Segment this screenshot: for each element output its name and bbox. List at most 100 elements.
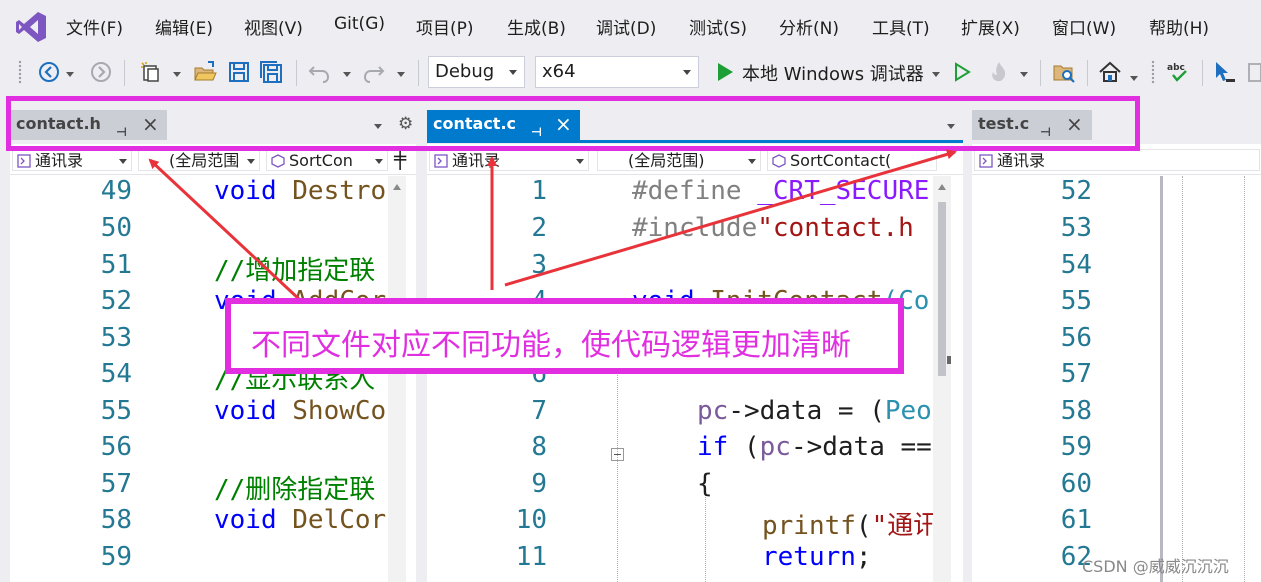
hot-reload-icon[interactable]	[987, 60, 1011, 84]
menu-build[interactable]: 生成(B)	[507, 14, 566, 39]
code-line: return;	[762, 542, 872, 572]
editor-pane-test-c: test.c ⊣ × 通讯录 52 53 54 55 56 57 58 59 6…	[972, 94, 1261, 582]
annotation-callout: 不同文件对应不同功能，使代码逻辑更加清晰	[225, 298, 904, 374]
toolbar-separator	[1087, 60, 1088, 86]
operator: (	[743, 432, 760, 462]
project-nav-select[interactable]: 通讯录	[429, 149, 589, 171]
code-editor[interactable]: 49 50 51 52 53 54 55 56 57 58 59 void De…	[10, 176, 416, 582]
debug-target-label[interactable]: 本地 Windows 调试器	[742, 60, 924, 86]
chevron-down-icon	[375, 159, 383, 164]
clipboard-icon[interactable]	[1246, 60, 1261, 84]
project-icon	[17, 154, 31, 168]
project-icon	[979, 154, 993, 168]
code-editor[interactable]: 1 2 3 4 5 6 7 8 9 10 11 #define _CRT_SEC…	[427, 176, 963, 582]
menu-window[interactable]: 窗口(W)	[1052, 14, 1116, 39]
standard-toolbar: Debug x64 abc	[0, 50, 1261, 94]
scrollbar-thumb[interactable]	[938, 202, 946, 376]
menu-help[interactable]: 帮助(H)	[1149, 14, 1209, 39]
line-number: 52	[1060, 176, 1092, 206]
svg-text:abc: abc	[1167, 63, 1185, 73]
new-project-dropdown[interactable]	[173, 72, 181, 77]
navigate-back-dropdown[interactable]	[66, 72, 74, 77]
undo-icon[interactable]	[307, 60, 331, 84]
keyword: if	[697, 432, 744, 462]
project-icon	[434, 154, 448, 168]
navigate-forward-icon[interactable]	[89, 60, 113, 84]
scroll-up-icon[interactable]	[393, 184, 401, 190]
vertical-scrollbar[interactable]	[933, 176, 951, 582]
save-all-icon[interactable]	[259, 60, 283, 84]
line-number: 10	[515, 505, 547, 535]
save-icon[interactable]	[227, 60, 251, 84]
undo-dropdown[interactable]	[343, 72, 351, 77]
line-number: 52	[100, 286, 132, 316]
redo-icon[interactable]	[362, 60, 386, 84]
menu-git[interactable]: Git(G)	[334, 14, 385, 34]
scope-nav-value: (全局范围)	[628, 151, 705, 170]
callout-text: 不同文件对应不同功能，使代码逻辑更加清晰	[251, 328, 851, 363]
keyword: return	[762, 542, 856, 572]
toolbar-grip[interactable]	[1151, 60, 1155, 84]
code-line: #define _CRT_SECURE	[632, 176, 929, 206]
hot-reload-dropdown[interactable]	[1020, 72, 1028, 77]
start-debugging-icon[interactable]	[713, 60, 737, 84]
line-number: 53	[1060, 213, 1092, 243]
code-editor[interactable]: 52 53 54 55 56 57 58 59 60 61 62	[972, 176, 1261, 582]
menu-debug[interactable]: 调试(D)	[596, 14, 656, 39]
solution-platform-value: x64	[542, 61, 576, 82]
navigation-bar: 通讯录 (全局范围 SortCon ╪	[10, 146, 416, 175]
home-icon[interactable]	[1098, 60, 1122, 84]
project-nav-select[interactable]: 通讯录	[974, 149, 1260, 171]
menu-view[interactable]: 视图(V)	[244, 14, 303, 39]
scroll-up-icon[interactable]	[938, 184, 946, 190]
find-in-files-icon[interactable]	[1052, 60, 1076, 84]
spell-check-icon[interactable]: abc	[1166, 60, 1190, 84]
line-number: 3	[531, 250, 547, 280]
code-comment: //删除指定联	[214, 475, 376, 505]
project-nav-value: 通讯录	[997, 151, 1046, 170]
operator: ;	[855, 542, 872, 572]
project-nav-select[interactable]: 通讯录	[12, 149, 132, 171]
scope-nav-select[interactable]: (全局范围	[138, 149, 260, 171]
navigate-back-icon[interactable]	[37, 60, 61, 84]
start-without-debugging-icon[interactable]	[950, 60, 974, 84]
indent-guide	[1244, 176, 1245, 582]
toolbar-separator	[418, 60, 419, 86]
project-nav-value: 通讯录	[35, 151, 84, 170]
line-number: 56	[100, 432, 132, 462]
vertical-scrollbar[interactable]	[388, 176, 406, 582]
new-project-icon[interactable]	[139, 60, 163, 84]
visual-studio-logo-icon[interactable]	[14, 10, 48, 44]
member-nav-select[interactable]: SortContact(	[767, 149, 937, 171]
line-number: 2	[531, 213, 547, 243]
debug-target-dropdown[interactable]	[932, 72, 940, 77]
menu-project[interactable]: 项目(P)	[416, 14, 474, 39]
function-name: DelCor	[292, 505, 387, 535]
open-file-icon[interactable]	[193, 60, 217, 84]
menu-tools[interactable]: 工具(T)	[872, 14, 930, 39]
select-pointer-icon[interactable]	[1212, 60, 1236, 84]
line-number: 60	[1060, 469, 1092, 499]
menu-test[interactable]: 测试(S)	[689, 14, 747, 39]
menu-file[interactable]: 文件(F)	[66, 14, 123, 39]
line-number: 11	[515, 542, 547, 572]
function-name: Destro	[292, 176, 387, 206]
function-name: printf	[762, 511, 856, 541]
solution-configuration-select[interactable]: Debug	[428, 56, 525, 88]
redo-dropdown[interactable]	[397, 72, 405, 77]
code-line: pc->data = (Peo	[697, 396, 932, 426]
member-nav-select[interactable]: SortCon	[266, 149, 388, 171]
scope-nav-select[interactable]: (全局范围)	[597, 149, 761, 171]
home-dropdown[interactable]	[1130, 76, 1138, 81]
solution-platform-select[interactable]: x64	[535, 56, 699, 88]
menu-analyze[interactable]: 分析(N)	[779, 14, 839, 39]
line-number: 61	[1060, 505, 1092, 535]
toolbar-grip[interactable]	[18, 60, 22, 84]
toolbar-separator	[124, 60, 125, 86]
outline-margin	[1160, 176, 1163, 582]
menu-extensions[interactable]: 扩展(X)	[961, 14, 1020, 39]
preprocessor: #define	[632, 176, 758, 206]
line-number: 1	[531, 176, 547, 206]
toolbar-separator	[1202, 60, 1203, 86]
menu-edit[interactable]: 编辑(E)	[155, 14, 213, 39]
